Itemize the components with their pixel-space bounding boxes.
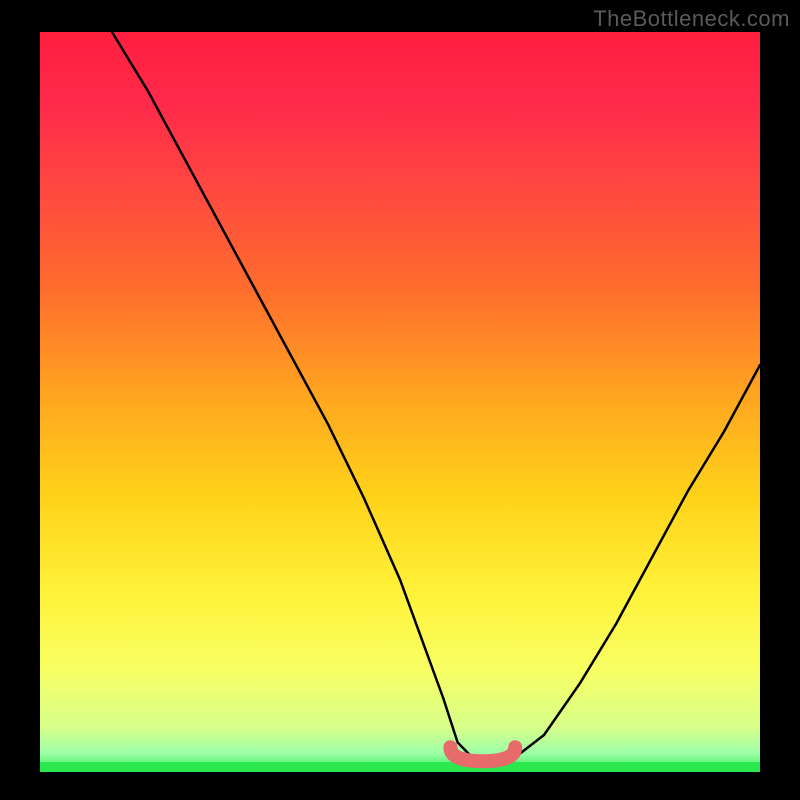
green-band [40, 762, 760, 772]
plot-area [40, 32, 760, 772]
chart-frame: TheBottleneck.com [0, 0, 800, 800]
bottleneck-plot [40, 32, 760, 772]
gradient-background [40, 32, 760, 772]
watermark-text: TheBottleneck.com [593, 6, 790, 32]
